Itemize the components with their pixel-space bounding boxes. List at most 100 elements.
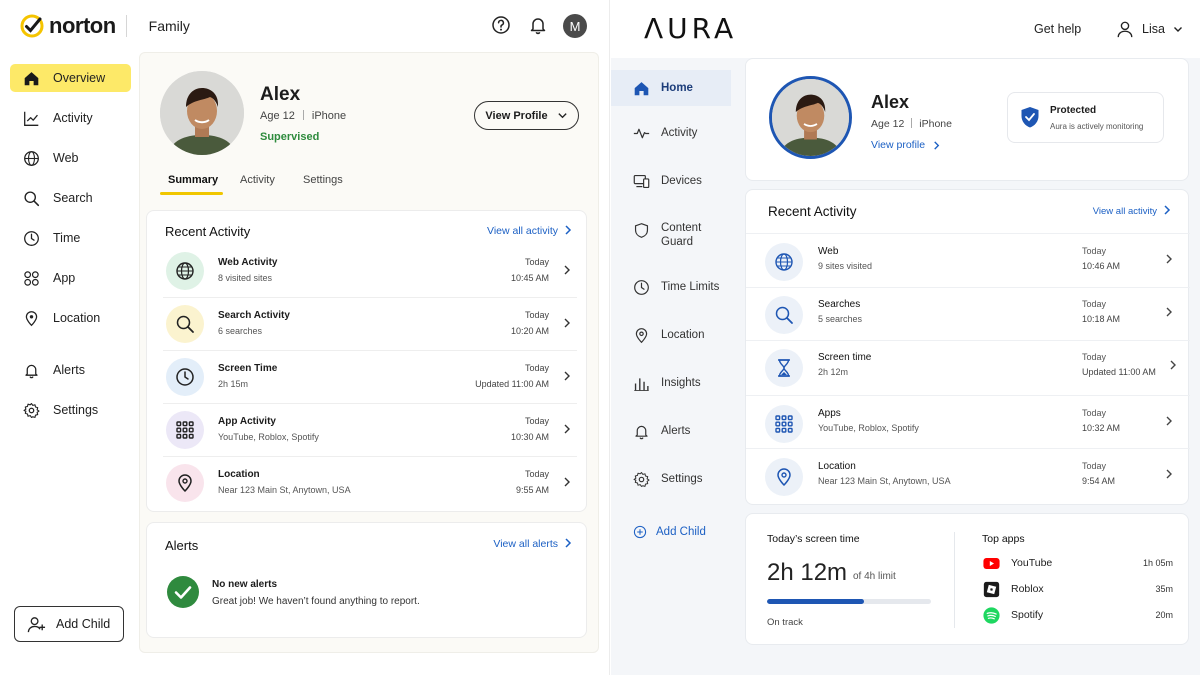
chevron-right-icon	[1166, 469, 1172, 479]
row-day: Today	[524, 257, 549, 267]
sidebar-item-app[interactable]: App	[10, 264, 131, 292]
activity-row-apps[interactable]: Apps YouTube, Roblox, Spotify Today 10:3…	[746, 396, 1190, 449]
meta-divider	[911, 118, 913, 128]
row-title: Apps	[818, 408, 841, 419]
protected-badge[interactable]: Protected Aura is actively monitoring	[1007, 92, 1164, 143]
sidebar-item-label: Activity	[53, 111, 93, 125]
sidebar-item-location[interactable]: Location	[611, 317, 731, 353]
chevron-right-icon	[564, 371, 570, 381]
globe-icon	[765, 243, 803, 281]
sidebar-item-alerts[interactable]: Alerts	[10, 356, 131, 384]
norton-logo[interactable]: norton Family	[20, 13, 190, 39]
chevron-right-icon	[564, 477, 570, 487]
row-time: 10:30 AM	[510, 432, 549, 442]
recent-activity-card: Recent Activity View all activity Web 9 …	[745, 189, 1190, 505]
activity-row-searches[interactable]: Searches 5 searches Today 10:18 AM	[746, 287, 1190, 340]
help-icon[interactable]	[491, 15, 511, 35]
tab-settings[interactable]: Settings	[303, 174, 343, 186]
home-icon	[634, 81, 649, 95]
tab-activity[interactable]: Activity	[240, 174, 275, 186]
get-help-link[interactable]: Get help	[1034, 22, 1081, 36]
screen-time-title: Today’s screen time	[767, 533, 860, 545]
youtube-icon	[983, 557, 1000, 569]
sidebar-item-search[interactable]: Search	[10, 184, 131, 212]
sidebar-item-home[interactable]: Home	[611, 70, 731, 106]
row-subtitle: YouTube, Roblox, Spotify	[218, 432, 319, 442]
shield-icon	[634, 223, 649, 238]
sidebar-item-label: Alerts	[53, 363, 85, 377]
row-time: 10:32 AM	[1082, 423, 1121, 433]
row-day: Today	[1082, 461, 1107, 471]
sidebar-item-web[interactable]: Web	[10, 144, 131, 172]
sidebar-item-activity[interactable]: Activity	[10, 104, 131, 132]
activity-row-search[interactable]: Search Activity 6 searches Today 10:20 A…	[147, 298, 588, 350]
add-child-button[interactable]: Add Child	[611, 514, 731, 550]
sidebar-item-alerts[interactable]: Alerts	[611, 413, 731, 449]
no-alerts-message: Great job! We haven’t found anything to …	[212, 596, 420, 607]
activity-row-location[interactable]: Location Near 123 Main St, Anytown, USA …	[746, 449, 1190, 502]
sidebar-item-location[interactable]: Location	[10, 304, 131, 332]
location-pin-icon	[765, 458, 803, 496]
row-subtitle: 6 searches	[218, 326, 263, 336]
row-day: Today	[1082, 299, 1107, 309]
sidebar-item-time-limits[interactable]: Time Limits	[611, 269, 731, 305]
activity-row-screen-time[interactable]: Screen Time 2h 15m Today Updated 11:00 A…	[147, 351, 588, 403]
home-icon	[24, 71, 39, 85]
clock-icon	[24, 230, 39, 246]
top-apps-title: Top apps	[982, 533, 1025, 545]
account-avatar[interactable]: M	[563, 14, 587, 38]
spotify-icon	[983, 606, 1000, 624]
add-child-button[interactable]: Add Child	[14, 606, 124, 642]
row-title: Web	[818, 246, 839, 257]
activity-row-screen-time[interactable]: Screen time 2h 12m Today Updated 11:00 A…	[746, 340, 1190, 395]
activity-row-web[interactable]: Web Activity 8 visited sites Today 10:45…	[147, 245, 588, 297]
link-label: View all alerts	[493, 538, 558, 550]
sidebar-item-activity[interactable]: Activity	[611, 115, 731, 151]
sidebar-item-label: Search	[53, 191, 93, 205]
gear-icon	[23, 402, 40, 418]
activity-row-web[interactable]: Web 9 sites visited Today 10:46 AM	[746, 234, 1190, 287]
card-title: Recent Activity	[165, 224, 251, 239]
aura-logo[interactable]: ΛURA	[644, 12, 737, 45]
sidebar-item-label: Content Guard	[661, 222, 702, 248]
top-app-roblox[interactable]: Roblox 35m	[983, 580, 1173, 598]
app-duration: 35m	[1155, 584, 1173, 594]
sidebar-item-label: Settings	[53, 403, 99, 417]
screen-time-limit: of 4h limit	[853, 571, 896, 582]
child-photo	[769, 76, 852, 159]
sidebar-item-label: Location	[53, 311, 101, 325]
sidebar-item-devices[interactable]: Devices	[611, 163, 731, 199]
tab-summary[interactable]: Summary	[168, 174, 218, 186]
row-subtitle: 5 searches	[818, 314, 863, 324]
view-all-activity-link[interactable]: View all activity	[487, 225, 573, 237]
app-duration: 1h 05m	[1142, 558, 1173, 568]
supervision-status: Supervised	[260, 131, 320, 143]
sidebar-item-insights[interactable]: Insights	[611, 365, 731, 401]
notification-bell-icon[interactable]	[528, 15, 548, 35]
sidebar-item-label: Alerts	[661, 425, 691, 437]
sidebar-item-settings[interactable]: Settings	[611, 461, 731, 497]
sidebar-item-settings[interactable]: Settings	[10, 396, 131, 424]
add-child-label: Add Child	[656, 526, 706, 538]
top-app-spotify[interactable]: Spotify 20m	[983, 606, 1173, 624]
row-time: Updated 11:00 AM	[1082, 367, 1156, 377]
view-all-alerts-link[interactable]: View all alerts	[493, 538, 573, 550]
top-app-youtube[interactable]: YouTube 1h 05m	[983, 554, 1173, 572]
recent-activity-card: Recent Activity View all activity Web Ac…	[146, 210, 587, 512]
activity-row-location[interactable]: Location Near 123 Main St, Anytown, USA …	[147, 457, 588, 509]
search-icon	[166, 305, 204, 343]
view-profile-button[interactable]: View Profile	[474, 101, 579, 130]
sidebar-item-label: Time Limits	[661, 281, 720, 293]
child-device: iPhone	[311, 110, 347, 122]
norton-family-panel: norton Family M Overview Activity Web Se…	[0, 0, 610, 675]
user-menu[interactable]: Lisa	[1116, 20, 1183, 38]
sidebar-item-content-guard[interactable]: Content Guard	[611, 221, 731, 255]
sidebar-item-time[interactable]: Time	[10, 224, 131, 252]
sidebar-item-overview[interactable]: Overview	[10, 64, 131, 92]
app-name: Roblox	[1011, 583, 1044, 595]
view-all-activity-link[interactable]: View all activity	[1093, 205, 1172, 217]
view-profile-link[interactable]: View profile	[871, 139, 941, 151]
activity-row-apps[interactable]: App Activity YouTube, Roblox, Spotify To…	[147, 404, 588, 456]
chevron-down-icon	[557, 113, 567, 119]
sidebar-item-label: Overview	[53, 71, 106, 85]
